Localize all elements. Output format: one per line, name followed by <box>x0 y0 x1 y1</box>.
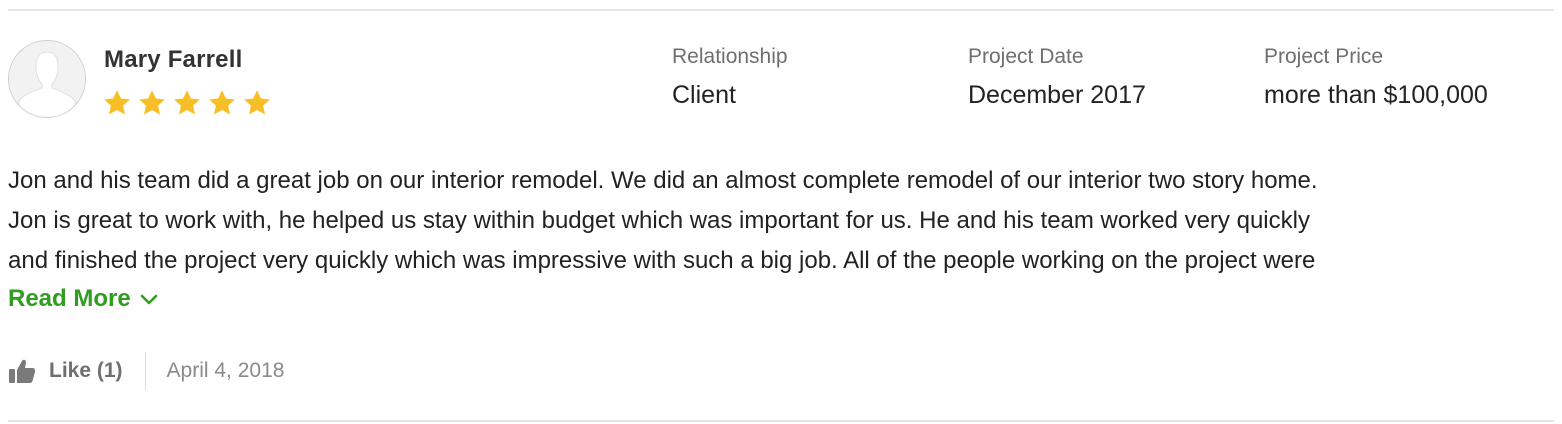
review-body-line: Jon and his team did a great job on our … <box>8 167 1318 194</box>
review-body-line: Jon is great to work with, he helped us … <box>8 207 1310 234</box>
chevron-down-icon <box>140 294 158 305</box>
top-divider <box>8 9 1554 11</box>
meta-relationship: Relationship Client <box>672 44 788 110</box>
star-icon <box>174 90 200 115</box>
like-label: Like (1) <box>49 359 123 382</box>
review-footer: Like (1) April 4, 2018 <box>8 352 284 390</box>
meta-label: Project Date <box>968 45 1084 68</box>
review-body-line: and finished the project very quickly wh… <box>8 247 1316 274</box>
meta-label: Relationship <box>672 45 788 68</box>
star-icon <box>139 90 165 115</box>
meta-label: Project Price <box>1264 45 1384 68</box>
meta-value: more than $100,000 <box>1264 81 1488 109</box>
user-silhouette-icon <box>9 41 85 117</box>
read-more-link[interactable]: Read More <box>8 282 159 316</box>
star-icon <box>244 90 270 115</box>
like-button[interactable]: Like (1) <box>8 352 146 390</box>
read-more-label: Read More <box>8 285 131 312</box>
review-date: April 4, 2018 <box>166 359 285 382</box>
avatar[interactable] <box>8 40 86 118</box>
star-icon <box>104 90 130 115</box>
meta-value: December 2017 <box>968 81 1146 109</box>
meta-project-price: Project Price more than $100,000 <box>1264 44 1488 110</box>
bottom-divider <box>8 420 1554 422</box>
review-body: Jon and his team did a great job on our … <box>8 161 1548 281</box>
meta-value: Client <box>672 81 736 109</box>
star-icon <box>209 90 235 115</box>
star-rating <box>102 88 272 118</box>
meta-project-date: Project Date December 2017 <box>968 44 1146 110</box>
thumbs-up-icon <box>9 359 36 383</box>
reviewer-name: Mary Farrell <box>104 46 243 73</box>
